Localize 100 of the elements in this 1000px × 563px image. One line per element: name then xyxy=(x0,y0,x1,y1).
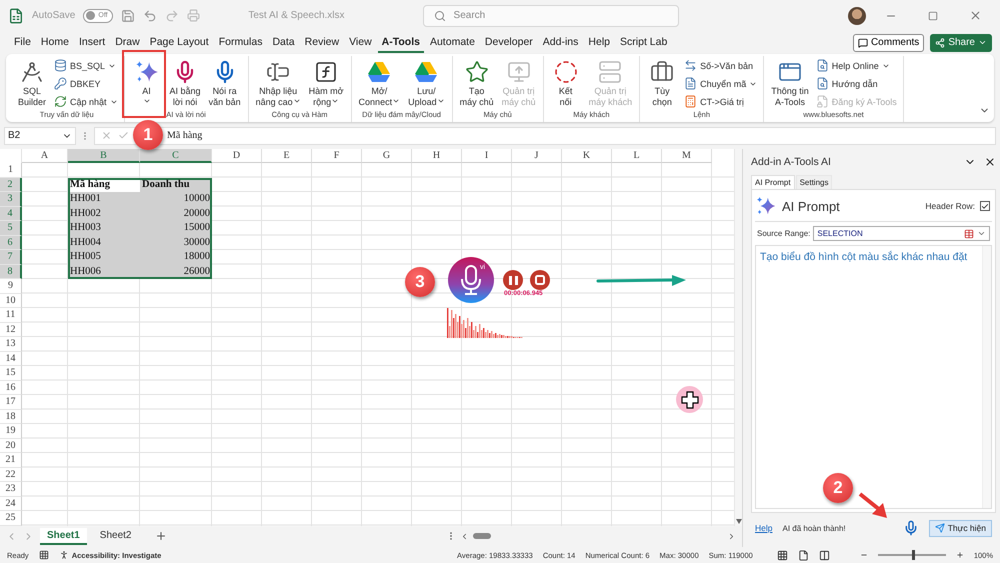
ribbon-button[interactable]: Lưu/ Upload xyxy=(405,56,448,110)
ribbon-button[interactable]: DBKEY xyxy=(52,75,120,92)
ribbon-button[interactable]: CT->Giá trị xyxy=(682,93,760,110)
ribbon-button[interactable]: AI bằng lời nói xyxy=(166,56,204,110)
row-header[interactable]: 11 xyxy=(0,308,22,322)
undo-icon[interactable] xyxy=(143,8,158,22)
row-header[interactable]: 23 xyxy=(0,482,22,496)
scroll-right-icon[interactable] xyxy=(727,532,736,541)
menu-tab[interactable]: View xyxy=(345,32,376,52)
ribbon-button[interactable]: AI xyxy=(128,56,165,110)
excel-icon[interactable] xyxy=(8,8,24,24)
menu-tab[interactable]: Help xyxy=(584,32,614,52)
column-header[interactable]: F xyxy=(312,149,362,163)
column-header[interactable]: K xyxy=(562,149,612,163)
range-picker-icon[interactable] xyxy=(964,228,974,238)
row-header[interactable]: 1 xyxy=(0,163,22,178)
row-header[interactable]: 19 xyxy=(0,424,22,438)
column-header[interactable]: E xyxy=(262,149,312,163)
header-row-checkbox[interactable] xyxy=(980,201,990,211)
avatar[interactable] xyxy=(848,6,866,24)
ribbon-button[interactable]: Tạo máy chủ xyxy=(456,56,497,110)
column-header[interactable]: M xyxy=(662,149,712,163)
row-header[interactable]: 7 xyxy=(0,250,22,264)
menu-tab[interactable]: Script Lab xyxy=(616,32,672,52)
row-header[interactable]: 25 xyxy=(0,511,22,526)
column-header[interactable]: J xyxy=(512,149,562,163)
menu-tab[interactable]: Page Layout xyxy=(146,32,213,52)
menu-tab[interactable]: Insert xyxy=(74,32,110,52)
row-header[interactable]: 9 xyxy=(0,279,22,294)
column-header[interactable]: A xyxy=(22,149,68,163)
ribbon-button[interactable]: Thông tin A-Tools xyxy=(768,56,812,110)
save-icon[interactable] xyxy=(121,8,136,22)
check-icon[interactable] xyxy=(118,130,129,141)
zoom-slider-thumb[interactable] xyxy=(912,550,915,560)
ribbon-button[interactable]: Hướng dẫn xyxy=(814,75,899,92)
scroll-down-icon[interactable] xyxy=(736,518,742,524)
ribbon-button[interactable]: Hàm mở rộng xyxy=(306,56,347,110)
ribbon-button[interactable]: Số->Văn bản xyxy=(682,57,760,74)
row-header[interactable]: 6 xyxy=(0,236,22,250)
column-header[interactable]: C xyxy=(140,149,212,163)
row-header[interactable]: 13 xyxy=(0,337,22,352)
menu-tab[interactable]: Add-ins xyxy=(538,32,582,52)
column-header[interactable]: G xyxy=(362,149,412,163)
column-header[interactable]: B xyxy=(68,149,140,163)
row-header[interactable]: 18 xyxy=(0,410,22,424)
row-header[interactable]: 2 xyxy=(0,178,22,192)
menu-tab[interactable]: Draw xyxy=(111,32,144,52)
comments-button[interactable]: Comments xyxy=(852,34,924,52)
row-header[interactable]: 10 xyxy=(0,294,22,308)
pane-tab[interactable]: AI Prompt xyxy=(751,175,795,189)
row-header[interactable]: 14 xyxy=(0,352,22,366)
accessibility-icon[interactable] xyxy=(58,550,69,560)
name-box[interactable]: B2 xyxy=(4,126,76,144)
row-header[interactable]: 16 xyxy=(0,380,22,395)
column-header[interactable]: D xyxy=(212,149,262,163)
menu-tab[interactable]: Developer xyxy=(480,32,537,52)
menu-tab[interactable]: File xyxy=(10,32,35,52)
run-button[interactable]: Thực hiện xyxy=(928,520,992,536)
menu-tab[interactable]: Formulas xyxy=(214,32,266,52)
row-header[interactable]: 3 xyxy=(0,192,22,206)
microphone-icon[interactable] xyxy=(902,520,919,536)
row-header[interactable]: 4 xyxy=(0,206,22,221)
share-button[interactable]: Share xyxy=(930,34,992,52)
column-header[interactable]: I xyxy=(462,149,512,163)
row-header[interactable]: 20 xyxy=(0,438,22,453)
close-icon[interactable] xyxy=(984,156,996,168)
pane-tab[interactable]: Settings xyxy=(796,175,832,189)
ribbon-button[interactable]: Tùy chọn xyxy=(644,56,680,110)
ribbon-button[interactable]: Kết nối xyxy=(548,56,584,110)
column-header[interactable]: H xyxy=(412,149,462,163)
scroll-left-icon[interactable] xyxy=(460,532,469,541)
macro-icon[interactable] xyxy=(38,550,49,560)
ribbon-button[interactable]: Cập nhật xyxy=(52,93,120,110)
ribbon-button[interactable]: Nói ra văn bản xyxy=(206,56,244,110)
menu-tab[interactable]: Review xyxy=(300,32,344,52)
sheet-tab[interactable]: Sheet2 xyxy=(92,528,138,545)
menu-tab[interactable]: Automate xyxy=(426,32,479,52)
add-sheet-icon[interactable] xyxy=(154,530,166,542)
ribbon-button[interactable]: BS_SQL xyxy=(52,57,120,74)
ribbon-button[interactable]: SQL Builder xyxy=(14,56,50,110)
row-header[interactable]: 17 xyxy=(0,395,22,410)
ribbon-button[interactable]: Mở/ Connect xyxy=(356,56,404,110)
page-break-icon[interactable] xyxy=(818,550,830,560)
row-header[interactable]: 22 xyxy=(0,468,22,482)
help-link[interactable]: Help xyxy=(755,523,772,533)
page-layout-icon[interactable] xyxy=(798,550,809,560)
row-header[interactable]: 21 xyxy=(0,453,22,468)
normal-view-icon[interactable] xyxy=(776,550,788,560)
source-range-field[interactable]: SELECTION xyxy=(813,226,990,241)
ribbon-button[interactable]: Nhập liệu nâng cao xyxy=(252,56,304,110)
menu-tab[interactable]: Data xyxy=(268,32,299,52)
scrollbar-thumb[interactable] xyxy=(473,533,491,540)
ribbon-button[interactable]: Help Online xyxy=(814,57,899,74)
vertical-scrollbar[interactable] xyxy=(734,149,742,526)
row-header[interactable]: 12 xyxy=(0,322,22,337)
menu-tab[interactable]: Home xyxy=(36,32,73,52)
column-header[interactable]: L xyxy=(612,149,662,163)
row-header[interactable]: 24 xyxy=(0,496,22,511)
row-header[interactable]: 8 xyxy=(0,264,22,279)
ribbon-button[interactable]: Chuyển mã xyxy=(682,75,760,92)
